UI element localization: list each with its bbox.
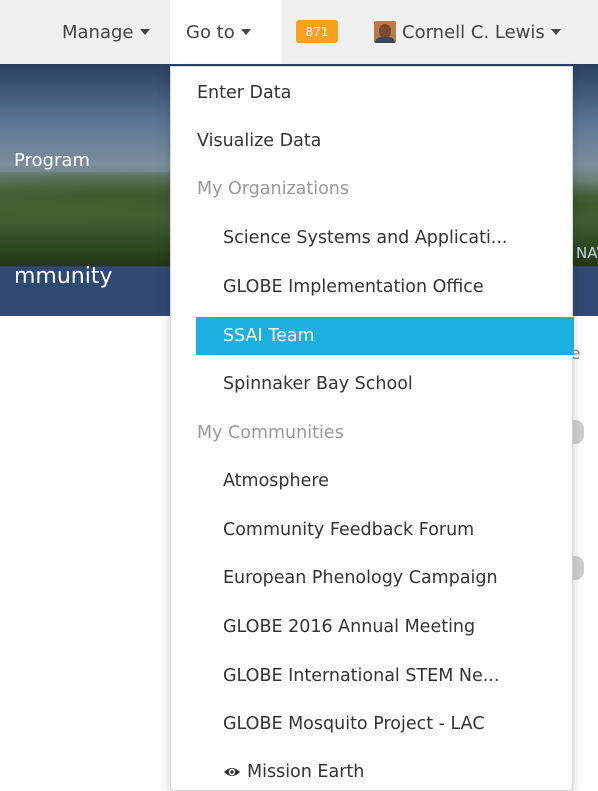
banner-title: Program [14, 150, 90, 171]
menu-item-enter-data[interactable]: Enter Data [171, 74, 574, 112]
menu-item-community[interactable]: GLOBE International STEM Ne... [171, 657, 574, 695]
menu-item-organization-active[interactable]: SSAI Team [196, 317, 574, 355]
menu-item-organization[interactable]: GLOBE Implementation Office [171, 268, 574, 306]
manage-menu-button[interactable]: Manage [62, 0, 150, 64]
goto-menu-button[interactable]: Go to [170, 0, 282, 64]
menu-item-organization[interactable]: Spinnaker Bay School [171, 365, 574, 403]
top-navbar: Manage Go to 871 Cornell C. Lewis [0, 0, 598, 64]
goto-menu-label: Go to [186, 21, 235, 43]
menu-item-label: Mission Earth [247, 762, 365, 782]
banner-nav-text: NAV [576, 244, 598, 262]
avatar [374, 21, 396, 43]
caret-down-icon [550, 29, 561, 35]
goto-dropdown-menu: Enter Data Visualize Data My Organizatio… [170, 66, 574, 791]
menu-header-communities: My Communities [197, 423, 344, 443]
menu-item-organization[interactable]: Science Systems and Applicati... [171, 219, 574, 257]
menu-header-organizations: My Organizations [197, 179, 350, 199]
menu-item-community[interactable]: Community Feedback Forum [171, 511, 574, 549]
user-menu-button[interactable]: Cornell C. Lewis [374, 0, 561, 64]
caret-down-icon [240, 29, 251, 35]
menu-item-community[interactable]: GLOBE 2016 Annual Meeting [171, 608, 574, 646]
notification-badge[interactable]: 871 [296, 20, 338, 43]
menu-item-community[interactable]: European Phenology Campaign [171, 559, 574, 597]
menu-item-mission-earth[interactable]: Mission Earth [171, 753, 574, 791]
user-name: Cornell C. Lewis [402, 21, 545, 43]
menu-item-community[interactable]: Atmosphere [171, 462, 574, 500]
manage-menu-label: Manage [62, 21, 134, 43]
caret-down-icon [139, 29, 150, 35]
menu-item-visualize-data[interactable]: Visualize Data [171, 122, 574, 160]
banner-subtitle: mmunity [14, 264, 113, 289]
eye-icon [224, 768, 240, 776]
menu-item-community[interactable]: GLOBE Mosquito Project - LAC [171, 705, 574, 743]
